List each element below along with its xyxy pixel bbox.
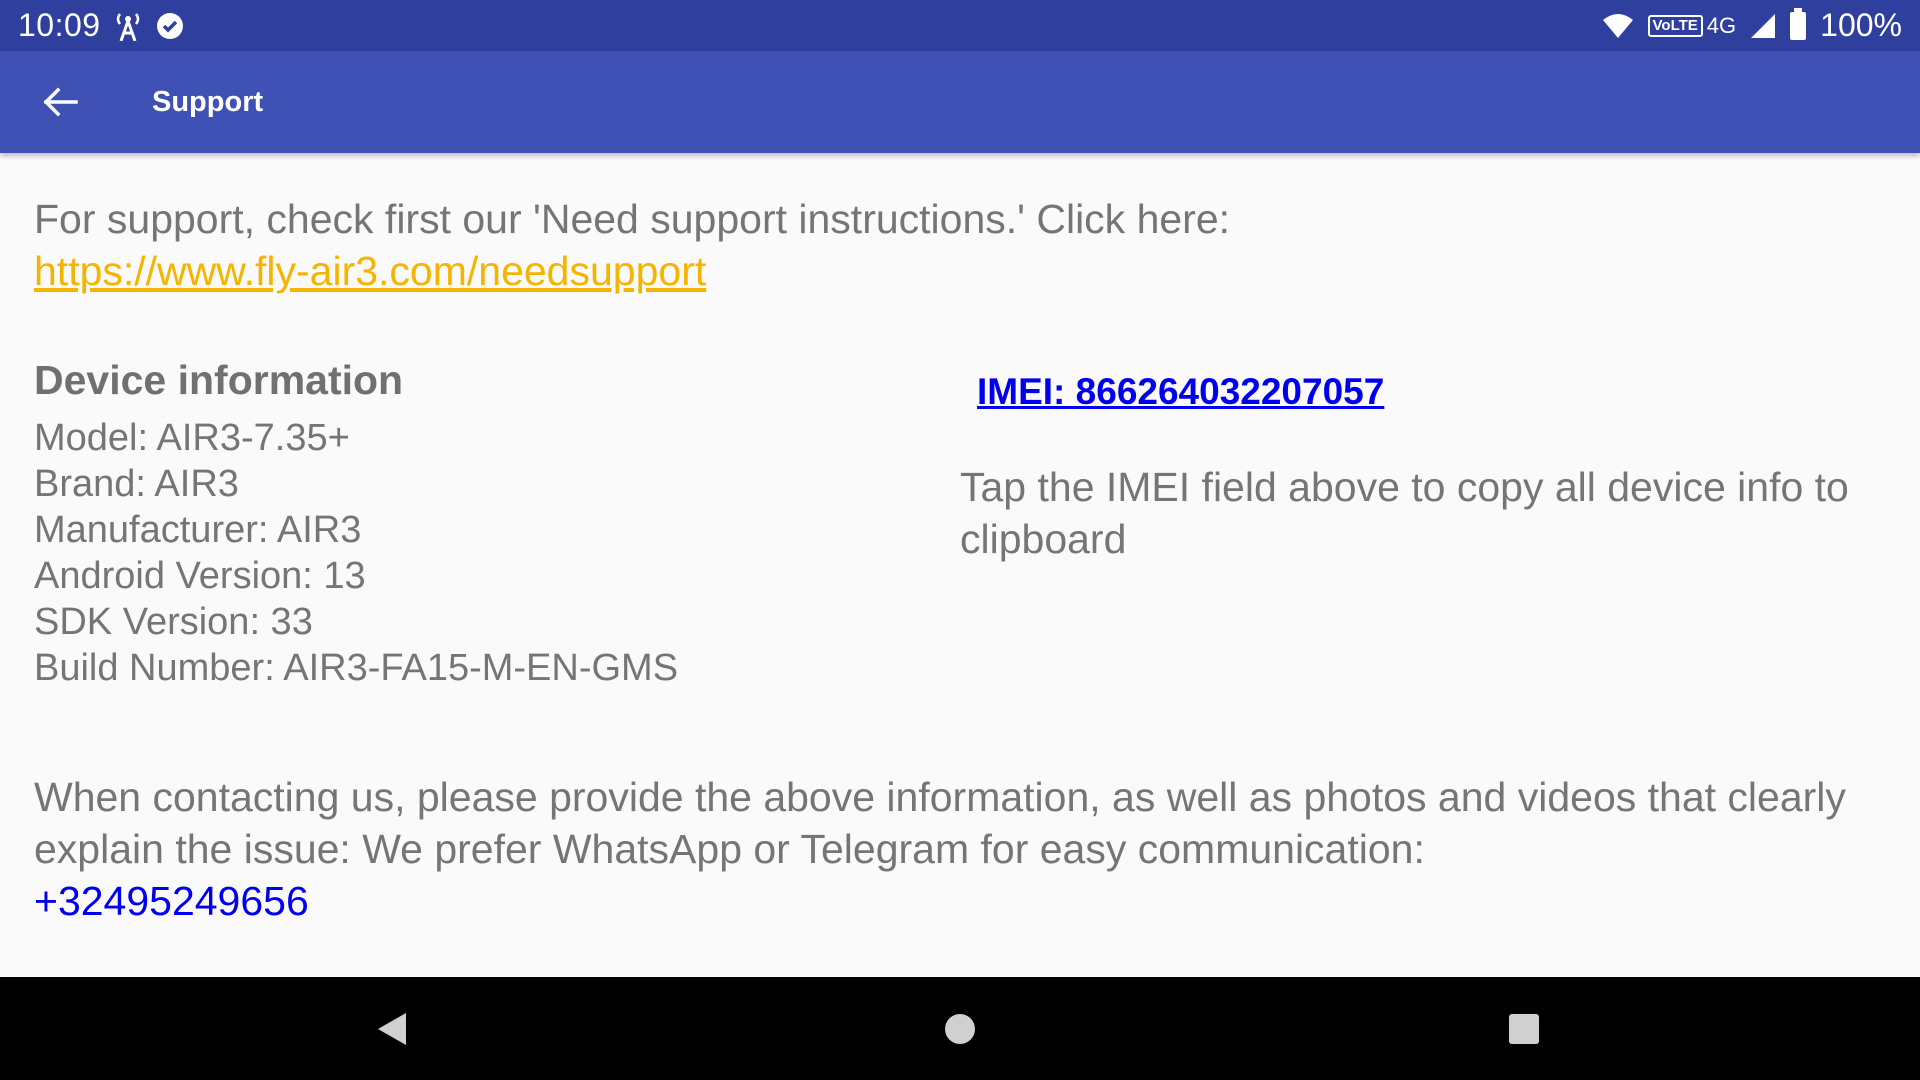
support-intro: For support, check first our 'Need suppo… [34,193,1634,297]
wifi-icon [1602,13,1634,39]
nav-recents-icon [1509,1013,1539,1044]
nav-back-button[interactable] [312,977,472,1080]
signal-tower-icon [115,11,141,41]
volte-badge: VoLTE [1647,14,1703,37]
device-manufacturer: Manufacturer: AIR3 [34,509,362,551]
battery-percentage: 100% [1820,7,1902,43]
device-info-list: Model: AIR3-7.35+ Brand: AIR3 Manufactur… [34,415,678,691]
support-content: For support, check first our 'Need suppo… [34,153,1886,977]
status-right: VoLTE 4G 100% [1602,7,1902,44]
need-support-link[interactable]: https://www.fly-air3.com/needsupport [34,248,706,294]
status-bar: 10:09 VoLTE 4G 100% [0,0,1920,51]
device-sdk-version: SDK Version: 33 [34,601,313,643]
battery-charging-icon [1790,7,1807,40]
nav-recents-button[interactable] [1444,977,1604,1080]
status-time: 10:09 [18,7,101,43]
back-button[interactable] [0,51,120,153]
device-info-heading: Device information [34,357,404,403]
status-left: 10:09 [18,7,185,44]
app-bar: Support [0,51,1920,153]
system-nav-bar [0,977,1920,1080]
device-android-version: Android Version: 13 [34,555,366,597]
page-title: Support [152,85,264,118]
device-build-number: Build Number: AIR3-FA15-M-EN-GMS [34,647,679,689]
phone-number-link[interactable]: +32495249656 [34,878,309,924]
imei-hint: Tap the IMEI field above to copy all dev… [960,464,1849,562]
device-model: Model: AIR3-7.35+ [34,417,350,459]
device-brand: Brand: AIR3 [34,463,239,505]
network-type: 4G [1706,12,1737,38]
sync-check-icon [155,11,185,41]
cell-signal-icon [1750,13,1776,39]
nav-home-icon [945,1013,975,1044]
nav-home-button[interactable] [880,977,1040,1080]
contact-text: When contacting us, please provide the a… [34,774,1846,872]
intro-text: For support, check first our 'Need suppo… [34,196,1231,242]
imei-copy-link[interactable]: IMEI: 866264032207057 [977,371,1384,413]
contact-info: When contacting us, please provide the a… [34,771,1854,927]
nav-back-icon [378,1012,406,1045]
arrow-back-icon [43,87,78,117]
